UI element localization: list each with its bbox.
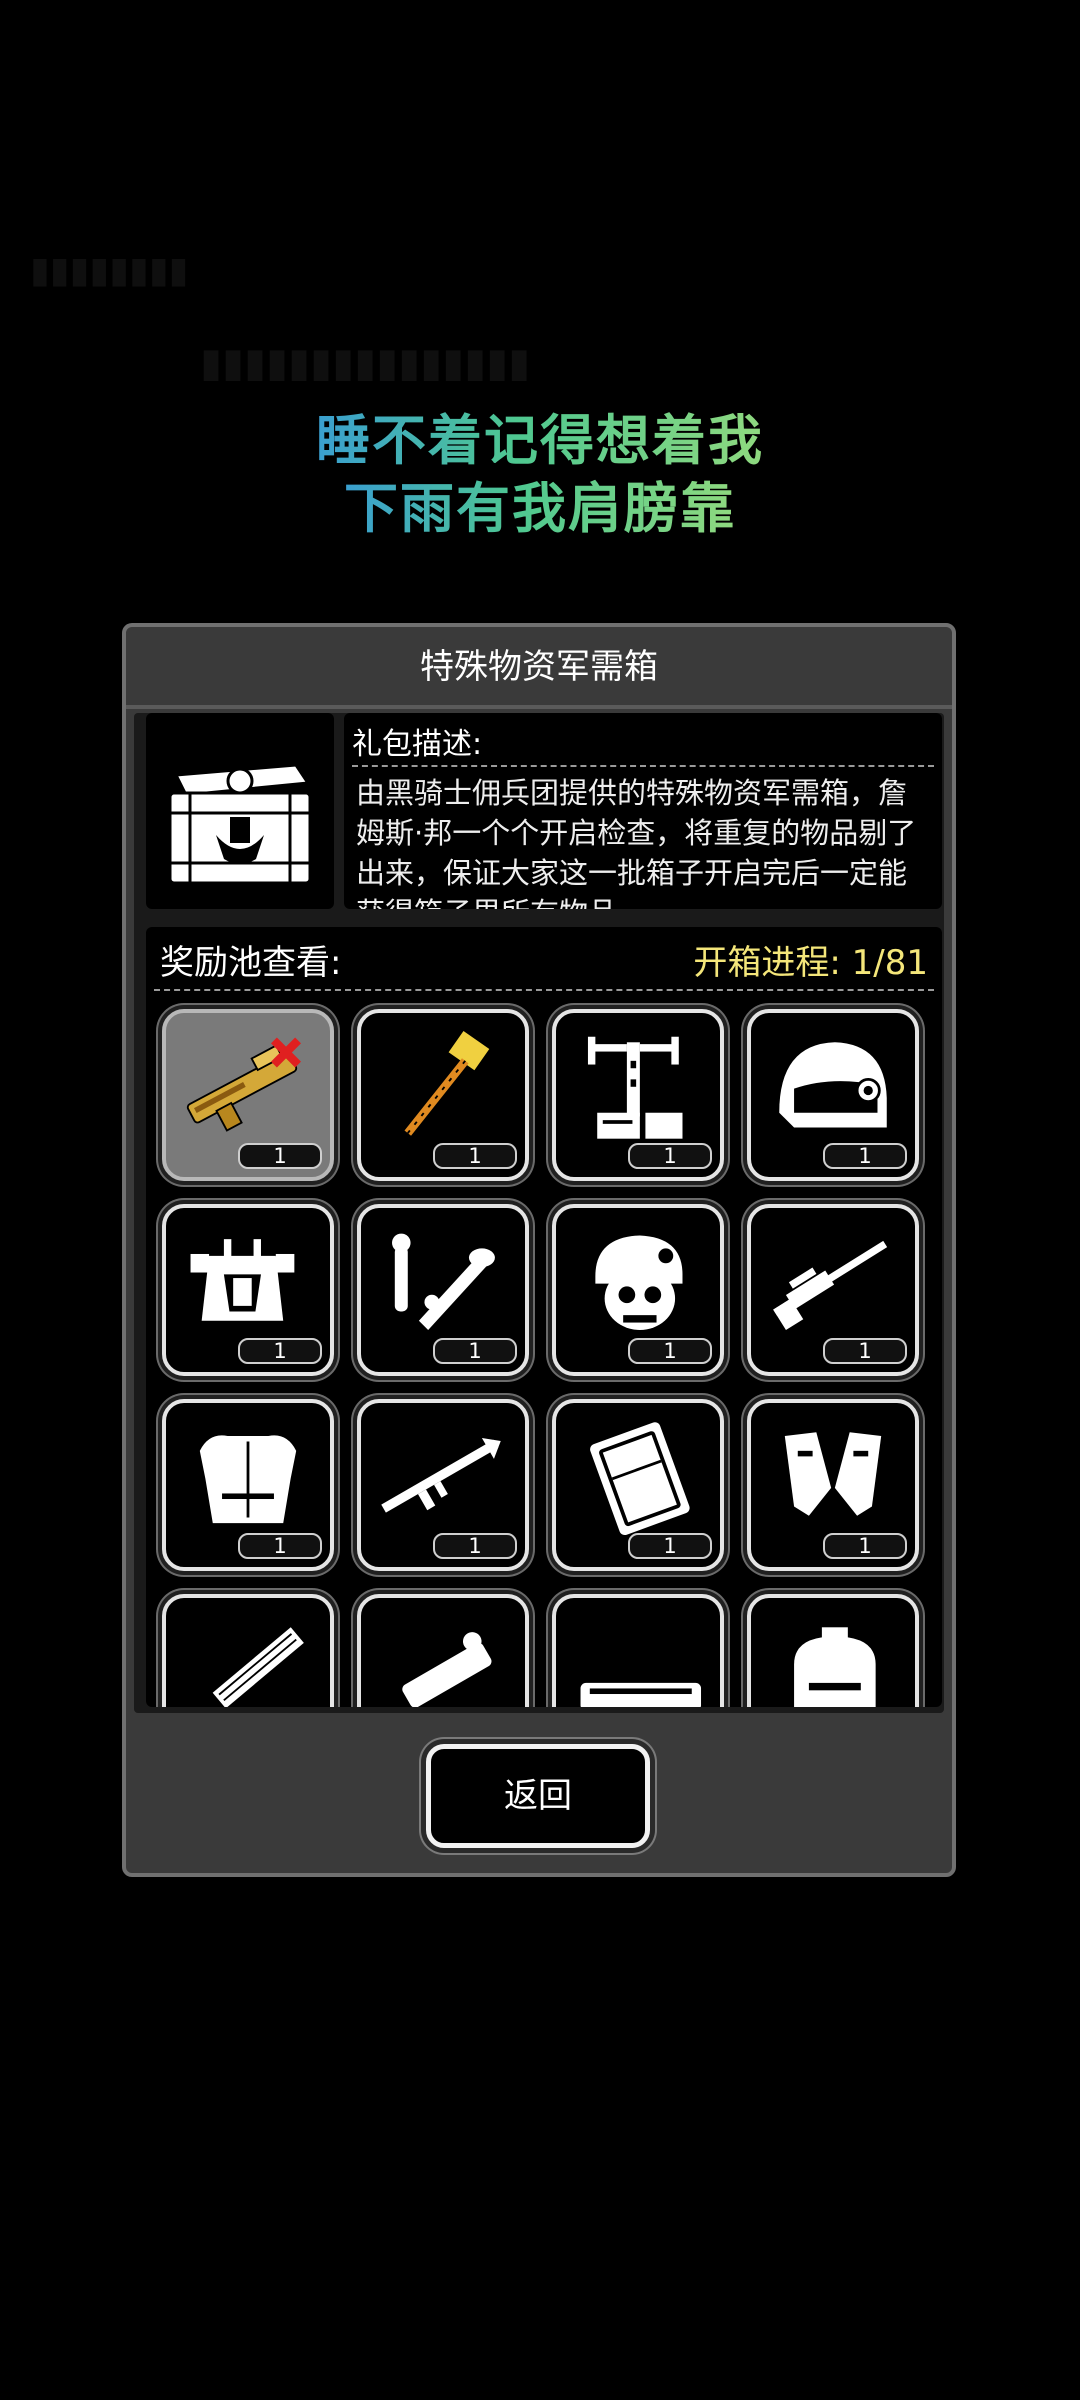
reward-pool-label: 奖励池查看:	[160, 943, 342, 983]
description-text: 由黑骑士佣兵团提供的特殊物资军需箱，詹姆斯·邦一个个开启检查，将重复的物品剔了出…	[356, 776, 917, 909]
title-divider	[126, 705, 952, 709]
item-count-badge: 1	[823, 1533, 907, 1559]
item-count-badge: 1	[238, 1338, 322, 1364]
sniper-rifle-icon	[773, 1240, 888, 1331]
reward-pool[interactable]: 奖励池查看: 开箱进程: 1/81 1 1 1 1 1 1 1 1 1 1 1 1	[146, 927, 942, 1707]
dialog-body: 礼包描述: 由黑骑士佣兵团提供的特殊物资军需箱，詹姆斯·邦一个个开启检查，将重复…	[134, 713, 944, 1713]
tactical-helmet-icon	[779, 1042, 887, 1128]
treasure-chest-icon	[168, 763, 312, 885]
item-count-badge: 1	[433, 1338, 517, 1364]
reward-item-slot[interactable]: 1	[162, 1204, 334, 1376]
spiked-club-icon	[402, 1632, 492, 1707]
item-count-badge: 1	[433, 1143, 517, 1169]
reward-item-slot[interactable]: 1	[357, 1204, 529, 1376]
body-armor-icon	[199, 1435, 297, 1524]
laser-gun-icon	[186, 1037, 301, 1132]
minigun-icon	[212, 1627, 304, 1707]
reward-item-slot[interactable]: 1	[552, 1399, 724, 1571]
reward-item-slot[interactable]	[357, 1594, 529, 1707]
gauntlets-icon	[784, 1432, 882, 1516]
item-count-badge: 1	[433, 1533, 517, 1559]
item-count-badge: 1	[823, 1338, 907, 1364]
progress-value: 1/81	[851, 943, 928, 983]
mechanical-arm-kit-icon	[587, 1036, 683, 1139]
background-decoration: ▮▮▮▮▮▮▮▮	[30, 250, 189, 291]
item-count-badge: 1	[628, 1143, 712, 1169]
item-count-badge: 1	[238, 1533, 322, 1559]
supply-crate-icon	[590, 1422, 690, 1536]
reward-pool-divider	[154, 989, 934, 991]
reward-item-slot[interactable]	[162, 1594, 334, 1707]
description-label: 礼包描述:	[352, 727, 483, 762]
description-panel[interactable]: 礼包描述: 由黑骑士佣兵团提供的特殊物资军需箱，詹姆斯·邦一个个开启检查，将重复…	[344, 713, 942, 909]
reward-item-slot[interactable]: 1	[747, 1009, 919, 1181]
lyric-line-2: 下雨有我肩膀靠	[0, 464, 1080, 543]
chest-rig-armor-icon	[190, 1239, 295, 1321]
item-count-badge: 1	[238, 1143, 322, 1169]
lyric-text-2: 下雨有我肩膀靠	[344, 477, 736, 540]
reward-item-slot[interactable]: 1	[552, 1009, 724, 1181]
reward-item-slot[interactable]: 1	[162, 1009, 334, 1181]
reward-item-slot[interactable]: 1	[162, 1399, 334, 1571]
supply-crate-dialog: 特殊物资军需箱 礼包描述: 由黑骑士佣兵团提供的特殊物资军需箱，詹姆斯·邦一个个…	[122, 623, 956, 1877]
item-count-badge: 1	[628, 1338, 712, 1364]
open-progress: 开箱进程: 1/81	[693, 935, 928, 984]
reward-item-slot[interactable]: 1	[357, 1399, 529, 1571]
reward-item-slot[interactable]: 1	[357, 1009, 529, 1181]
bones-and-horn-icon	[392, 1233, 495, 1330]
item-count-badge: 1	[823, 1143, 907, 1169]
background-decoration: ▮▮▮▮▮▮▮▮▮▮▮▮▮▮▮	[200, 340, 531, 386]
lyric-text-1: 睡不着记得想着我	[316, 409, 764, 472]
chest-preview	[146, 713, 334, 909]
description-divider	[352, 765, 934, 767]
reward-item-slot[interactable]: 1	[747, 1204, 919, 1376]
reward-item-slot[interactable]: 1	[747, 1399, 919, 1571]
progress-label: 开箱进程:	[693, 943, 841, 983]
backpack-icon	[794, 1627, 876, 1707]
back-button[interactable]: 返回	[426, 1744, 650, 1848]
heavy-blaster-icon	[580, 1682, 702, 1707]
skull-helmet-icon	[595, 1235, 683, 1330]
golden-hammer-icon	[404, 1028, 492, 1136]
reward-item-slot[interactable]	[747, 1594, 919, 1707]
rocket-launcher-icon	[381, 1437, 501, 1513]
dialog-title: 特殊物资军需箱	[420, 647, 658, 687]
reward-item-slot[interactable]	[552, 1594, 724, 1707]
reward-item-slot[interactable]: 1	[552, 1204, 724, 1376]
item-count-badge: 1	[628, 1533, 712, 1559]
